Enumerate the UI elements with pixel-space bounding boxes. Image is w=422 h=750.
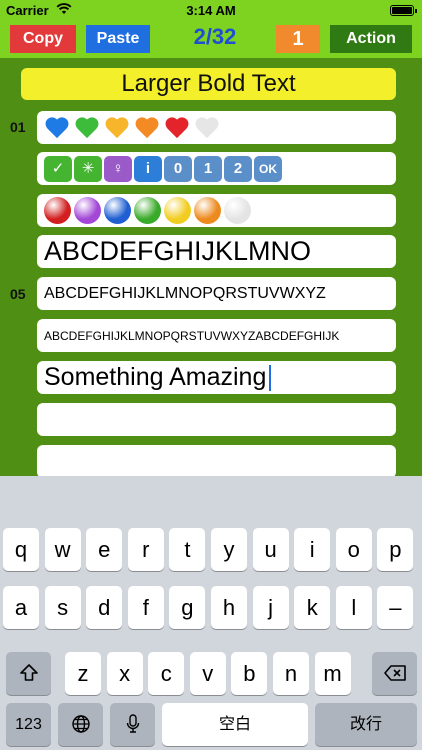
circle-icon (134, 197, 161, 224)
womens-room-icon: ♀ (104, 155, 132, 182)
heart-icon (194, 115, 222, 141)
title-banner: Larger Bold Text (21, 68, 396, 100)
key-c[interactable]: c (148, 652, 185, 695)
row-number-01: 01 (10, 119, 26, 135)
return-key[interactable]: 改行 (315, 703, 417, 746)
circle-icon (104, 197, 131, 224)
globe-key[interactable] (58, 703, 103, 746)
key-n[interactable]: n (273, 652, 309, 695)
key-u[interactable]: u (252, 528, 289, 571)
key-q[interactable]: q (3, 528, 39, 571)
shift-key[interactable] (6, 652, 51, 695)
heart-icon (44, 115, 72, 141)
symbols-row[interactable]: ✓ ✳ ♀ i 0 1 2 OK (37, 152, 396, 185)
empty-field-2[interactable] (37, 445, 396, 478)
microphone-icon (126, 714, 139, 733)
key-f[interactable]: f (127, 586, 164, 629)
circle-icon (224, 197, 251, 224)
key-p[interactable]: p (377, 528, 414, 571)
action-button[interactable]: Action (330, 25, 412, 53)
status-bar: Carrier 3:14 AM (0, 0, 422, 22)
circle-icon (194, 197, 221, 224)
alphabet-medium-field[interactable]: ABCDEFGHIJKLMNOPQRSTUVWXYZ (37, 277, 396, 310)
key-a[interactable]: a (3, 586, 39, 629)
sparkle-icon: ✳ (74, 155, 102, 182)
key-o[interactable]: o (335, 528, 372, 571)
key-dash[interactable]: – (377, 586, 414, 629)
key-b[interactable]: b (231, 652, 268, 695)
key-j[interactable]: j (252, 586, 289, 629)
key-x[interactable]: x (106, 652, 143, 695)
space-key[interactable]: 空白 (162, 703, 308, 746)
copy-button[interactable]: Copy (10, 25, 76, 53)
key-m[interactable]: m (314, 652, 351, 695)
delete-icon (383, 665, 406, 681)
circle-icon (164, 197, 191, 224)
keyboard: 123 空白 改行 q w e r t y u i o p a s d f g h j k l – z x c v b n m (0, 476, 422, 750)
globe-icon (71, 715, 90, 733)
hearts-row[interactable] (37, 111, 396, 144)
keycap-two-icon: 2 (224, 155, 252, 182)
circle-icon (44, 197, 71, 224)
numbers-key[interactable]: 123 (6, 703, 51, 746)
toolbar: Copy Paste 2/32 1 Action (0, 22, 422, 58)
heart-icon (164, 115, 192, 141)
delete-key[interactable] (372, 652, 417, 695)
keycap-zero-icon: 0 (164, 155, 192, 182)
key-l[interactable]: l (335, 586, 372, 629)
key-y[interactable]: y (211, 528, 247, 571)
text-cursor (269, 364, 272, 391)
input-text: Something Amazing (44, 363, 267, 391)
circles-row[interactable] (37, 194, 396, 227)
key-z[interactable]: z (65, 652, 101, 695)
key-v[interactable]: v (189, 652, 226, 695)
clock: 3:14 AM (186, 3, 236, 18)
dictation-key[interactable] (110, 703, 155, 746)
shift-icon (19, 664, 38, 681)
alphabet-large-field[interactable]: ABCDEFGHIJKLMNO (37, 235, 396, 268)
ok-icon: OK (254, 155, 282, 182)
key-h[interactable]: h (211, 586, 247, 629)
key-s[interactable]: s (44, 586, 81, 629)
battery-icon (390, 5, 417, 16)
key-w[interactable]: w (44, 528, 81, 571)
information-icon: i (134, 155, 162, 182)
key-e[interactable]: e (86, 528, 123, 571)
heart-icon (104, 115, 132, 141)
heart-icon (134, 115, 162, 141)
circle-icon (74, 197, 101, 224)
heart-icon (74, 115, 102, 141)
key-k[interactable]: k (294, 586, 331, 629)
key-t[interactable]: t (169, 528, 206, 571)
keycap-one-icon: 1 (194, 155, 222, 182)
key-r[interactable]: r (127, 528, 164, 571)
empty-field-1[interactable] (37, 403, 396, 436)
paste-button[interactable]: Paste (86, 25, 150, 53)
alphabet-small-field[interactable]: ABCDEFGHIJKLMNOPQRSTUVWXYZABCDEFGHIJK (37, 319, 396, 352)
count-button[interactable]: 1 (276, 25, 320, 53)
page-indicator: 2/32 (193, 24, 237, 49)
key-i[interactable]: i (294, 528, 331, 571)
key-d[interactable]: d (86, 586, 123, 629)
text-input-field[interactable]: Something Amazing (37, 361, 396, 394)
key-g[interactable]: g (169, 586, 206, 629)
check-icon: ✓ (44, 155, 72, 182)
row-number-05: 05 (10, 286, 26, 302)
